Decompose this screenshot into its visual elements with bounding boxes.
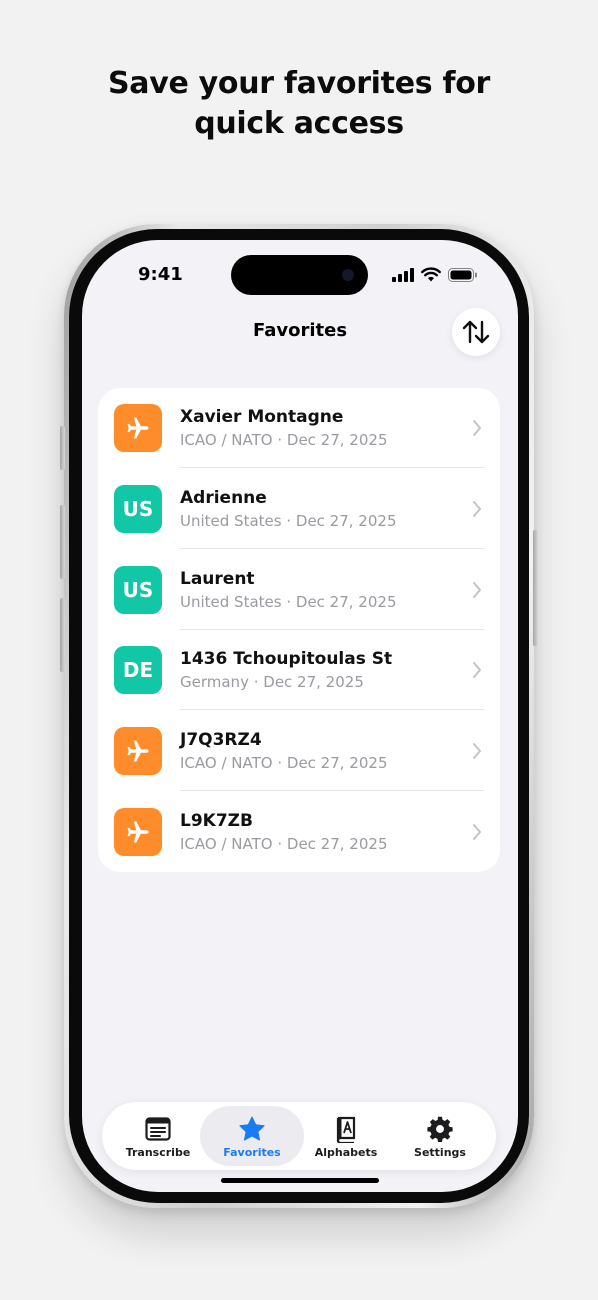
favorite-alphabet: ICAO / NATO	[180, 754, 273, 772]
favorite-date: Dec 27, 2025	[286, 835, 388, 853]
signal-icon	[392, 267, 414, 282]
favorite-row[interactable]: US Adrienne United States · Dec 27, 2025	[98, 469, 500, 549]
row-divider	[180, 467, 484, 468]
favorite-alphabet: Germany	[180, 673, 249, 691]
status-time: 9:41	[138, 264, 183, 285]
icao-badge	[114, 404, 162, 452]
wifi-icon	[421, 267, 441, 282]
favorite-date: Dec 27, 2025	[295, 512, 397, 530]
subtitle-separator: ·	[272, 431, 287, 449]
row-divider	[180, 709, 484, 710]
chevron-right-icon	[473, 420, 481, 436]
favorite-alphabet: ICAO / NATO	[180, 835, 273, 853]
chevron-right-icon	[473, 824, 481, 840]
camera-icon	[342, 269, 354, 281]
tab-favorites[interactable]: Favorites	[200, 1106, 304, 1166]
favorite-title: J7Q3RZ4	[180, 730, 262, 750]
airplane-icon	[127, 821, 149, 843]
country-badge: US	[114, 485, 162, 533]
subtitle-separator: ·	[248, 673, 264, 691]
sort-button[interactable]	[452, 308, 500, 356]
icao-badge	[114, 808, 162, 856]
favorite-subtitle: ICAO / NATO · Dec 27, 2025	[180, 431, 387, 449]
favorite-row[interactable]: L9K7ZB ICAO / NATO · Dec 27, 2025	[98, 792, 500, 872]
favorite-row[interactable]: J7Q3RZ4 ICAO / NATO · Dec 27, 2025	[98, 711, 500, 791]
volume-up-button	[60, 505, 65, 579]
favorite-title: Adrienne	[180, 488, 267, 508]
favorites-list: Xavier Montagne ICAO / NATO · Dec 27, 20…	[98, 388, 500, 872]
star-icon	[238, 1115, 266, 1143]
headline-line-1: Save your favorites for	[107, 66, 491, 101]
chevron-right-icon	[473, 662, 481, 678]
battery-icon	[448, 267, 477, 282]
favorite-subtitle: United States · Dec 27, 2025	[180, 512, 396, 530]
alphabet-book-icon	[332, 1115, 360, 1143]
favorite-title: Xavier Montagne	[180, 407, 344, 427]
tab-label: Transcribe	[125, 1146, 191, 1159]
tab-label: Settings	[414, 1146, 466, 1159]
subtitle-separator: ·	[281, 512, 296, 530]
dynamic-island	[231, 255, 368, 295]
power-button	[533, 530, 538, 646]
favorite-alphabet: United States	[180, 512, 282, 530]
country-badge: US	[114, 566, 162, 614]
icao-badge	[114, 727, 162, 775]
status-icons	[392, 267, 478, 282]
favorite-date: Dec 27, 2025	[286, 431, 388, 449]
favorite-row[interactable]: US Laurent United States · Dec 27, 2025	[98, 550, 500, 630]
favorite-title: L9K7ZB	[180, 811, 253, 831]
tab-alphabets[interactable]: Alphabets	[294, 1106, 398, 1166]
favorite-date: Dec 27, 2025	[295, 593, 397, 611]
transcribe-icon	[144, 1115, 172, 1143]
action-button	[60, 426, 65, 470]
tab-bar: Transcribe Favorites Alphabets Settings	[102, 1102, 496, 1170]
sort-arrows-icon	[462, 320, 490, 344]
favorite-alphabet: ICAO / NATO	[180, 431, 273, 449]
favorite-subtitle: Germany · Dec 27, 2025	[180, 673, 364, 691]
row-divider	[180, 790, 484, 791]
favorite-date: Dec 27, 2025	[263, 673, 364, 691]
volume-down-button	[60, 598, 65, 672]
favorite-date: Dec 27, 2025	[286, 754, 388, 772]
tab-settings[interactable]: Settings	[388, 1106, 492, 1166]
favorite-subtitle: ICAO / NATO · Dec 27, 2025	[180, 835, 387, 853]
airplane-icon	[127, 740, 149, 762]
favorite-title: Laurent	[180, 569, 255, 589]
headline: Save your favorites for quick access	[0, 64, 598, 144]
subtitle-separator: ·	[272, 835, 287, 853]
phone-screen: 9:41 Favorites Xavier Montagne ICAO / NA…	[82, 240, 518, 1192]
favorite-title: 1436 Tchoupitoulas St	[180, 649, 393, 669]
row-divider	[180, 548, 484, 549]
headline-line-2: quick access	[194, 106, 404, 141]
tab-transcribe[interactable]: Transcribe	[106, 1106, 210, 1166]
favorite-subtitle: United States · Dec 27, 2025	[180, 593, 396, 611]
chevron-right-icon	[473, 582, 481, 598]
chevron-right-icon	[473, 501, 481, 517]
country-badge: DE	[114, 646, 162, 694]
gear-icon	[426, 1115, 454, 1143]
favorite-row[interactable]: Xavier Montagne ICAO / NATO · Dec 27, 20…	[98, 388, 500, 468]
favorite-row[interactable]: DE 1436 Tchoupitoulas St Germany · Dec 2…	[98, 630, 500, 710]
favorite-subtitle: ICAO / NATO · Dec 27, 2025	[180, 754, 387, 772]
subtitle-separator: ·	[272, 754, 287, 772]
chevron-right-icon	[473, 743, 481, 759]
tab-label: Favorites	[223, 1146, 281, 1159]
airplane-icon	[127, 417, 149, 439]
favorite-alphabet: United States	[180, 593, 282, 611]
home-indicator[interactable]	[221, 1178, 379, 1183]
tab-label: Alphabets	[314, 1146, 378, 1159]
subtitle-separator: ·	[281, 593, 296, 611]
